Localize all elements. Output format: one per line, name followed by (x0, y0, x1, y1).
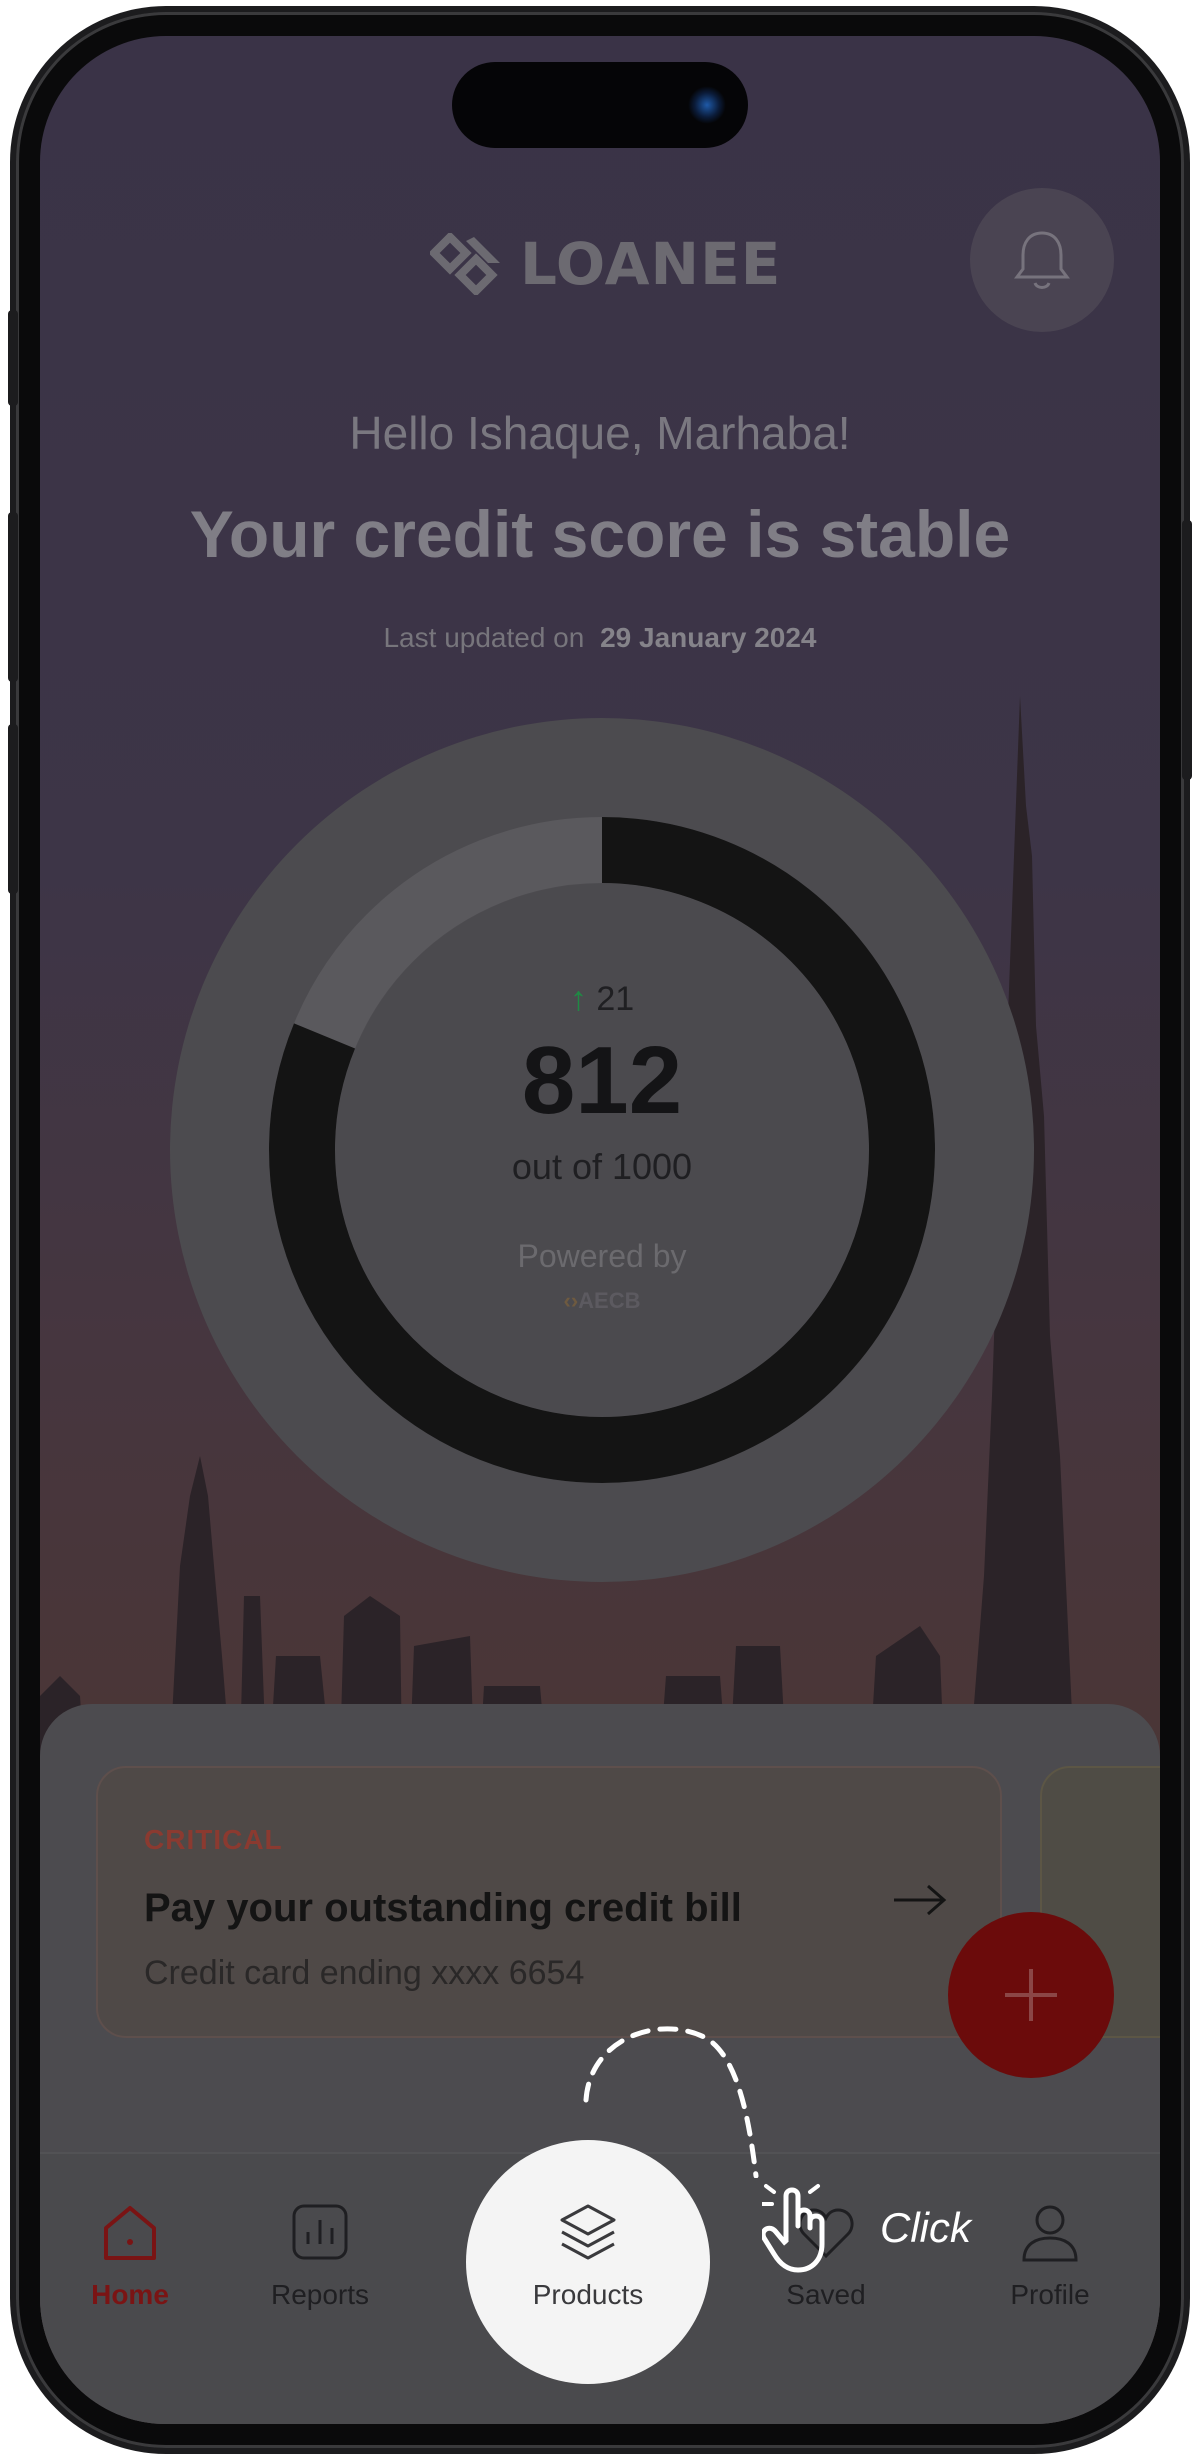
nav-profile[interactable]: Profile (960, 2200, 1140, 2311)
provider-name: AECB (578, 1288, 641, 1313)
score-delta: 21 (596, 980, 635, 1018)
tutorial-hint: Click (880, 2204, 971, 2251)
alert-level: CRITICAL (144, 1824, 283, 1855)
nav-home[interactable]: Home (40, 2200, 220, 2311)
page-title: Your credit score is stable (189, 497, 1011, 571)
dynamic-island (452, 62, 748, 148)
nav-products-label: Products (532, 2279, 644, 2310)
last-updated-date: 29 January 2024 (600, 622, 817, 653)
nav-profile-label: Profile (1010, 2279, 1090, 2310)
hand-cursor-icon (762, 2184, 825, 2273)
app-screen: LOANEE Hello Ishaque, Marhaba! Your cred… (40, 36, 1160, 2424)
app-name: LOANEE (520, 230, 782, 298)
score-max: out of 1000 (511, 1146, 693, 1187)
bell-icon (1014, 231, 1070, 289)
last-updated-label: Last updated on (383, 622, 585, 653)
loanee-logo-icon (430, 233, 500, 295)
power-button (1182, 520, 1192, 780)
alert-title: Pay your outstanding credit bill (144, 1886, 742, 1930)
nav-home-label: Home (91, 2279, 169, 2310)
user-icon (1022, 2205, 1078, 2262)
volume-down-button (8, 724, 18, 894)
arrow-up-icon: ↑ (569, 980, 587, 1018)
add-button[interactable] (948, 1912, 1114, 2078)
greeting-text: Hello Ishaque, Marhaba! (349, 407, 851, 459)
alert-card-critical[interactable]: CRITICAL Pay your outstanding credit bil… (96, 1766, 1002, 2038)
plus-icon (1005, 1969, 1057, 2021)
alert-subtitle: Credit card ending xxxx 6654 (144, 1954, 585, 1992)
provider-logo: ‹›AECB (563, 1288, 641, 1313)
camera-icon (688, 86, 726, 124)
tutorial-path (583, 2026, 759, 2178)
nav-reports-label: Reports (270, 2279, 370, 2310)
nav-reports[interactable]: Reports (230, 2200, 410, 2311)
credit-score-gauge[interactable]: ↑ 21 812 out of 1000 Powered by ‹›AECB (170, 718, 1034, 1582)
arrow-right-icon[interactable] (890, 1880, 950, 1920)
reports-icon (292, 2204, 348, 2260)
nav-products[interactable]: Products (498, 2200, 678, 2311)
layers-icon (560, 2204, 616, 2260)
score-change: ↑ 21 (170, 980, 1034, 1019)
nav-saved-label: Saved (786, 2279, 866, 2310)
notifications-button[interactable] (970, 188, 1114, 332)
action-button (8, 310, 18, 406)
last-updated: Last updated on 29 January 2024 (40, 622, 1160, 654)
home-icon (104, 2206, 156, 2260)
powered-by-label: Powered by (517, 1238, 687, 1274)
volume-up-button (8, 512, 18, 682)
score-value: 812 (521, 1027, 683, 1134)
app-logo: LOANEE (430, 224, 781, 304)
